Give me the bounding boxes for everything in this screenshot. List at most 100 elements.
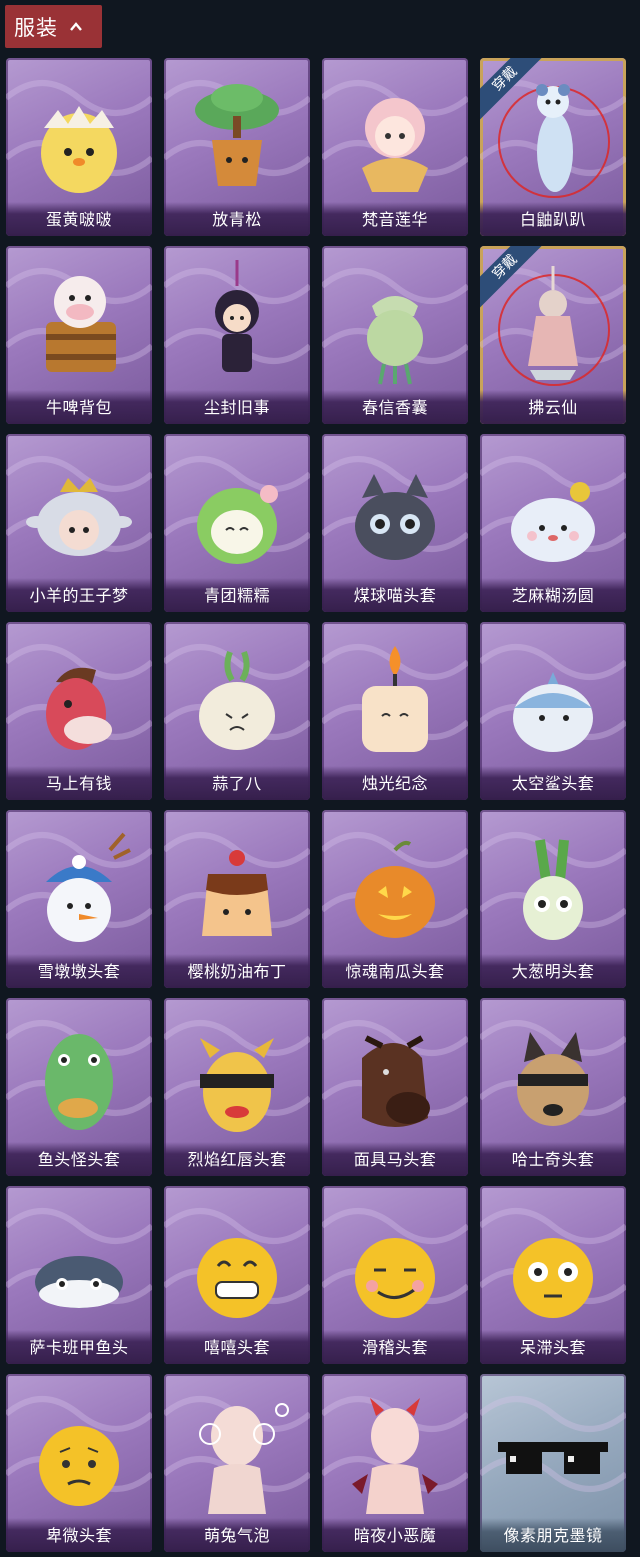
equipped-badge: 穿戴: [480, 246, 544, 310]
husky-head-icon: [517, 1032, 589, 1126]
item-card[interactable]: 春信香囊: [322, 246, 468, 424]
category-title: 服装: [14, 15, 58, 40]
sacabambaspis-head-icon: [35, 1256, 123, 1308]
item-name: 鱼头怪头套: [6, 1142, 152, 1176]
item-grid: 蛋黄啵啵 放青松 梵音莲华 穿戴 白鼬趴趴 牛啤背包 尘封旧事 春信香囊 穿戴 拂云仙 小羊的王子梦…: [6, 58, 626, 1552]
item-name: 卑微头套: [6, 1518, 152, 1552]
item-card[interactable]: 穿戴 白鼬趴趴: [480, 58, 626, 236]
red-horse-head-icon: [46, 667, 112, 750]
item-card[interactable]: 烈焰红唇头套: [164, 998, 310, 1176]
item-name: 煤球喵头套: [322, 578, 468, 612]
item-card[interactable]: 萌兔气泡: [164, 1374, 310, 1552]
item-card[interactable]: 放青松: [164, 58, 310, 236]
item-name: 樱桃奶油布丁: [164, 954, 310, 988]
item-card[interactable]: 梵音莲华: [322, 58, 468, 236]
item-card[interactable]: 烛光纪念: [322, 622, 468, 800]
fish-head-icon: [45, 1034, 113, 1130]
stare-emoji-head-icon: [513, 1238, 593, 1318]
item-name: 青团糯糯: [164, 578, 310, 612]
candle-head-icon: [362, 646, 428, 752]
item-name: 暗夜小恶魔: [322, 1518, 468, 1552]
item-name: 萨卡班甲鱼头: [6, 1330, 152, 1364]
pumpkin-head-icon: [355, 840, 435, 938]
item-card[interactable]: 嘻嘻头套: [164, 1186, 310, 1364]
item-card[interactable]: 太空鲨头套: [480, 622, 626, 800]
item-card[interactable]: 惊魂南瓜头套: [322, 810, 468, 988]
item-name: 惊魂南瓜头套: [322, 954, 468, 988]
dumpling-head-icon: [511, 482, 595, 562]
item-card[interactable]: 滑稽头套: [322, 1186, 468, 1364]
green-onion-head-icon: [523, 839, 583, 940]
item-name: 马上有钱: [6, 766, 152, 800]
item-card[interactable]: 面具马头套: [322, 998, 468, 1176]
item-card[interactable]: 蒜了八: [164, 622, 310, 800]
item-card[interactable]: 暗夜小恶魔: [322, 1374, 468, 1552]
item-name: 蒜了八: [164, 766, 310, 800]
item-name: 像素朋克墨镜: [480, 1518, 626, 1552]
item-name: 蛋黄啵啵: [6, 202, 152, 236]
bonsai-pine-icon: [195, 84, 279, 186]
chevron-up-icon: [70, 21, 82, 31]
cow-beer-backpack-icon: [46, 276, 116, 372]
item-card[interactable]: 芝麻糊汤圆: [480, 434, 626, 612]
item-name: 梵音莲华: [322, 202, 468, 236]
item-name: 小羊的王子梦: [6, 578, 152, 612]
item-name: 呆滞头套: [480, 1330, 626, 1364]
equipped-badge-label: 穿戴: [480, 246, 544, 310]
item-name: 哈士奇头套: [480, 1142, 626, 1176]
smirk-emoji-head-icon: [355, 1238, 435, 1318]
pixel-sunglasses-icon: [498, 1442, 608, 1474]
item-card[interactable]: 小羊的王子梦: [6, 434, 152, 612]
item-name: 烈焰红唇头套: [164, 1142, 310, 1176]
equipped-badge: 穿戴: [480, 58, 544, 122]
chibi-figure-keychain-icon: [215, 260, 259, 372]
item-card[interactable]: 马上有钱: [6, 622, 152, 800]
item-card[interactable]: 雪墩墩头套: [6, 810, 152, 988]
item-name: 尘封旧事: [164, 390, 310, 424]
snowman-head-icon: [46, 832, 131, 942]
item-name: 放青松: [164, 202, 310, 236]
item-name: 萌兔气泡: [164, 1518, 310, 1552]
black-cat-head-icon: [355, 474, 435, 560]
item-card[interactable]: 鱼头怪头套: [6, 998, 152, 1176]
item-name: 拂云仙: [480, 390, 626, 424]
item-card[interactable]: 卑微头套: [6, 1374, 152, 1552]
item-card[interactable]: 穿戴 拂云仙: [480, 246, 626, 424]
item-name: 烛光纪念: [322, 766, 468, 800]
item-card[interactable]: 像素朋克墨镜: [480, 1374, 626, 1552]
bunny-bubble-icon: [199, 1403, 289, 1514]
item-name: 雪墩墩头套: [6, 954, 152, 988]
item-card[interactable]: 尘封旧事: [164, 246, 310, 424]
humble-emoji-head-icon: [39, 1426, 119, 1506]
category-tab-clothing[interactable]: 服装: [5, 5, 102, 48]
chick-egg-icon: [41, 106, 117, 193]
item-card[interactable]: 蛋黄啵啵: [6, 58, 152, 236]
garlic-head-icon: [199, 650, 275, 750]
item-card[interactable]: 煤球喵头套: [322, 434, 468, 612]
item-card[interactable]: 萨卡班甲鱼头: [6, 1186, 152, 1364]
item-card[interactable]: 樱桃奶油布丁: [164, 810, 310, 988]
item-name: 大葱明头套: [480, 954, 626, 988]
little-devil-icon: [352, 1398, 438, 1514]
item-card[interactable]: 青团糯糯: [164, 434, 310, 612]
green-rice-ball-icon: [197, 485, 278, 564]
item-name: 滑稽头套: [322, 1330, 468, 1364]
item-card[interactable]: 哈士奇头套: [480, 998, 626, 1176]
item-name: 面具马头套: [322, 1142, 468, 1176]
grin-emoji-head-icon: [197, 1238, 277, 1318]
lotus-character-icon: [362, 98, 428, 192]
horse-mask-icon: [362, 1035, 430, 1127]
item-name: 牛啤背包: [6, 390, 152, 424]
item-name: 太空鲨头套: [480, 766, 626, 800]
pudding-head-icon: [202, 850, 272, 936]
yellow-sunglasses-head-icon: [200, 1038, 274, 1132]
item-card[interactable]: 牛啤背包: [6, 246, 152, 424]
item-card[interactable]: 大葱明头套: [480, 810, 626, 988]
item-name: 嘻嘻头套: [164, 1330, 310, 1364]
item-name: 芝麻糊汤圆: [480, 578, 626, 612]
item-name: 春信香囊: [322, 390, 468, 424]
item-card[interactable]: 呆滞头套: [480, 1186, 626, 1364]
scent-sachet-icon: [367, 296, 423, 385]
shark-head-icon: [513, 672, 593, 752]
item-name: 白鼬趴趴: [480, 202, 626, 236]
